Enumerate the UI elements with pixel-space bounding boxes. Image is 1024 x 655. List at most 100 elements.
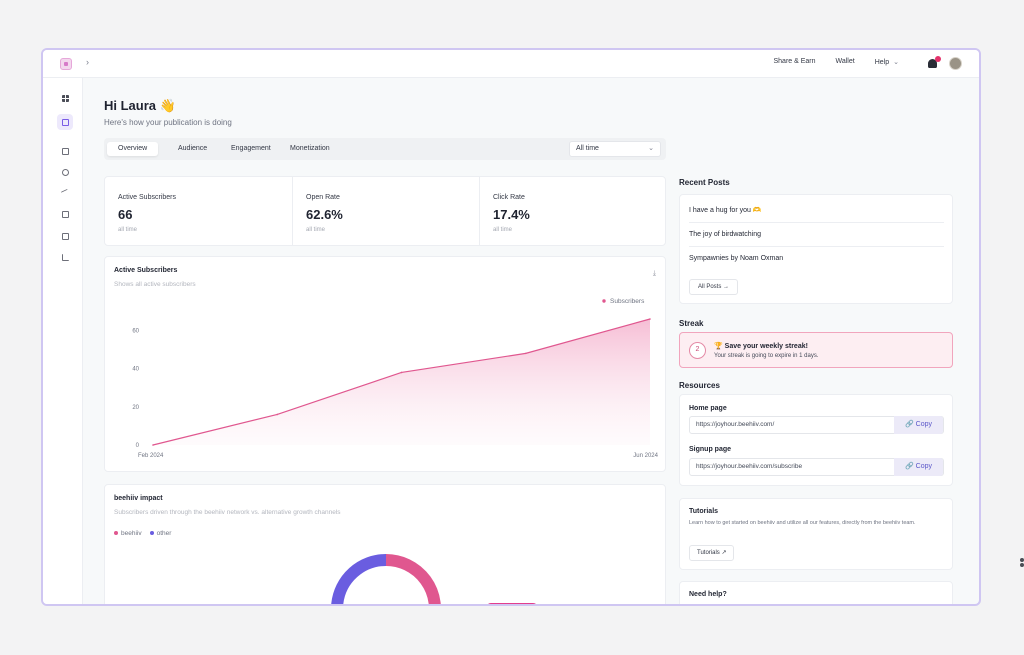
stat-label: Active Subscribers xyxy=(118,194,176,201)
impact-donut-chart xyxy=(331,554,441,604)
notification-dot xyxy=(935,56,941,62)
tab-overview[interactable]: Overview xyxy=(107,142,159,156)
data-point xyxy=(400,371,403,374)
stat-value: 66 xyxy=(118,207,133,222)
signup-page-label: Signup page xyxy=(689,446,731,453)
signup-url: https://joyhour.beehiiv.com/subscribe xyxy=(696,463,803,470)
home-url-field[interactable]: https://joyhour.beehiiv.com/ 🔗 Copy xyxy=(689,416,944,434)
post-link[interactable]: Sympawnies by Noam Oxman xyxy=(689,247,944,271)
time-range-select[interactable]: All time ⌄ xyxy=(569,141,661,157)
tutorials-text: Learn how to get started on beehiiv and … xyxy=(689,520,916,526)
corner-dot xyxy=(1020,558,1024,562)
streak-title: Streak xyxy=(679,319,704,328)
pages-icon xyxy=(61,232,69,240)
stat-label: Click Rate xyxy=(493,194,525,201)
subscribers-area-chart: 0 20 40 60 Feb 2024 Jun 2024 Subscribers xyxy=(132,298,658,459)
y-tick-label: 60 xyxy=(132,328,139,334)
sidebar xyxy=(43,78,83,604)
help-card: Need help? xyxy=(679,581,953,604)
data-point xyxy=(524,352,527,355)
right-column: Recent Posts I have a hug for you 🫶 The … xyxy=(679,78,955,604)
top-bar: › Share & Earn Wallet Help ⌄ xyxy=(43,50,979,78)
sidebar-item-monetize[interactable] xyxy=(57,206,73,222)
stat-period: all time xyxy=(493,227,513,233)
post-link[interactable]: The joy of birdwatching xyxy=(689,223,944,247)
sidebar-item-subscribers[interactable] xyxy=(57,164,73,180)
main-content: Hi Laura 👋 Here's how your publication i… xyxy=(83,78,979,604)
page-subtitle: Here's how your publication is doing xyxy=(104,118,232,127)
streak-card: 2 🏆 Save your weekly streak! Your streak… xyxy=(679,332,953,368)
stat-label: Open Rate xyxy=(306,194,340,201)
avatar[interactable] xyxy=(949,57,962,70)
stat-value: 62.6% xyxy=(306,207,343,222)
corner-icon xyxy=(1017,557,1024,571)
top-nav: Share & Earn Wallet Help ⌄ xyxy=(773,58,899,66)
subscribers-icon xyxy=(61,168,69,176)
document-icon xyxy=(61,147,69,155)
dashboard-icon xyxy=(61,94,69,102)
streak-message: Your streak is going to expire in 1 days… xyxy=(714,353,819,359)
signup-url-field[interactable]: https://joyhour.beehiiv.com/subscribe 🔗 … xyxy=(689,458,944,476)
donut-slice-beehiiv xyxy=(385,554,441,604)
tutorials-button[interactable]: Tutorials ↗ xyxy=(689,545,735,561)
tutorials-card: Tutorials Learn how to get started on be… xyxy=(679,498,953,570)
share-earn-link[interactable]: Share & Earn xyxy=(773,58,815,66)
stat-open-rate: Open Rate 62.6% all time xyxy=(292,177,479,245)
copy-signup-url-button[interactable]: 🔗 Copy xyxy=(894,458,943,476)
stat-period: all time xyxy=(118,227,138,233)
help-menu[interactable]: Help ⌄ xyxy=(875,58,899,66)
chevron-down-icon: ⌄ xyxy=(893,59,899,66)
growth-icon xyxy=(60,188,70,198)
home-page-label: Home page xyxy=(689,405,727,412)
post-link[interactable]: I have a hug for you 🫶 xyxy=(689,199,944,223)
y-tick-label: 20 xyxy=(132,405,139,411)
sidebar-item-dashboard[interactable] xyxy=(57,90,73,106)
resources-card: Home page https://joyhour.beehiiv.com/ 🔗… xyxy=(679,394,953,486)
all-posts-button[interactable]: All Posts → xyxy=(689,279,739,295)
notifications-bell-icon[interactable] xyxy=(928,56,941,69)
subscribers-chart-card: Active Subscribers Shows all active subs… xyxy=(104,256,666,472)
tab-engagement[interactable]: Engagement xyxy=(220,142,282,156)
tooltip-pill xyxy=(486,603,538,604)
tab-bar: Overview Audience Engagement Monetizatio… xyxy=(104,138,666,160)
streak-badge: 2 xyxy=(689,342,706,359)
monetize-icon xyxy=(61,210,69,218)
stat-value: 17.4% xyxy=(493,207,530,222)
tab-monetization[interactable]: Monetization xyxy=(279,142,341,156)
data-point xyxy=(152,444,154,446)
sidebar-item-posts[interactable] xyxy=(57,143,73,159)
stat-active-subscribers: Active Subscribers 66 all time xyxy=(105,177,292,245)
time-range-value: All time xyxy=(576,145,599,152)
recent-posts-card: I have a hug for you 🫶 The joy of birdwa… xyxy=(679,194,953,304)
copy-home-url-button[interactable]: 🔗 Copy xyxy=(894,416,943,434)
sidebar-item-write[interactable] xyxy=(57,114,73,130)
sidebar-item-analytics[interactable] xyxy=(57,249,73,265)
help-label: Help xyxy=(874,59,890,66)
analytics-icon xyxy=(61,253,69,261)
x-tick-label: Feb 2024 xyxy=(138,453,164,459)
stats-card: Active Subscribers 66 all time Open Rate… xyxy=(104,176,666,246)
legend-label: Subscribers xyxy=(610,298,645,305)
beehiiv-logo-icon[interactable] xyxy=(60,58,72,70)
stat-period: all time xyxy=(306,227,326,233)
tutorials-title: Tutorials xyxy=(689,508,719,515)
chevron-down-icon: ⌄ xyxy=(648,145,654,152)
data-point xyxy=(276,413,279,416)
page-title: Hi Laura 👋 xyxy=(104,98,176,113)
streak-headline: 🏆 Save your weekly streak! xyxy=(714,343,808,350)
tab-audience[interactable]: Audience xyxy=(167,142,218,156)
collapse-sidebar-icon[interactable]: › xyxy=(86,57,89,67)
wallet-link[interactable]: Wallet xyxy=(836,58,855,66)
help-title: Need help? xyxy=(689,591,727,598)
home-url: https://joyhour.beehiiv.com/ xyxy=(696,421,775,428)
impact-card: beehiiv impact Subscribers driven throug… xyxy=(104,484,666,604)
recent-posts-title: Recent Posts xyxy=(679,178,730,187)
edit-icon xyxy=(61,118,69,126)
sidebar-item-pages[interactable] xyxy=(57,228,73,244)
y-tick-label: 40 xyxy=(132,367,139,373)
app-window: › Share & Earn Wallet Help ⌄ Hi Laura 👋 H… xyxy=(41,48,981,606)
legend-dot xyxy=(602,299,606,303)
y-tick-label: 0 xyxy=(136,443,140,449)
sidebar-item-grow[interactable] xyxy=(57,185,73,201)
x-tick-label: Jun 2024 xyxy=(633,453,658,459)
